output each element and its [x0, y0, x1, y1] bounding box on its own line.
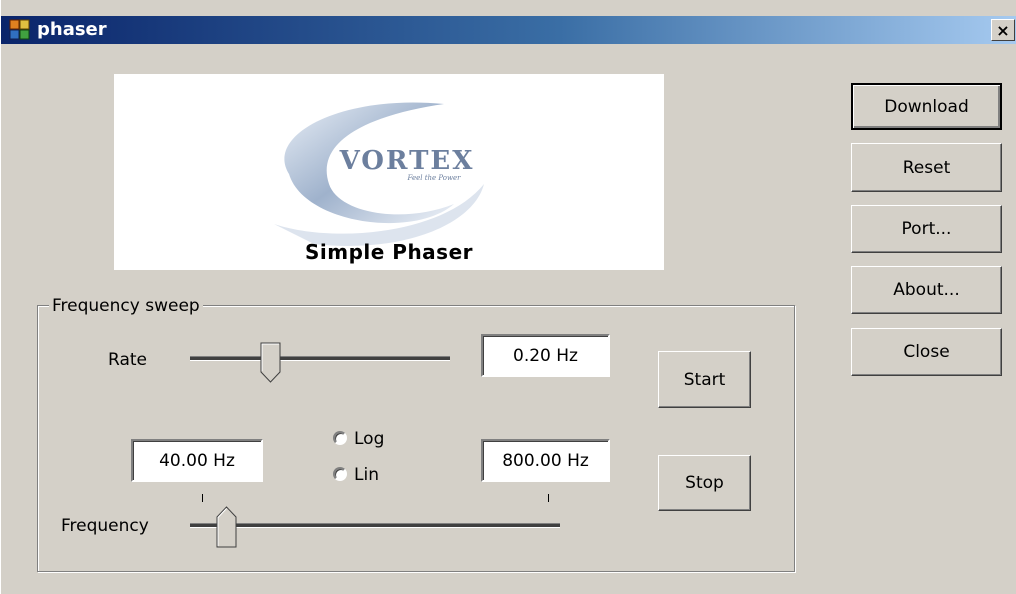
frequency-label: Frequency: [61, 516, 149, 536]
close-icon[interactable]: ×: [991, 19, 1015, 41]
frequency-slider-thumb[interactable]: [216, 506, 238, 548]
log-label: Log: [354, 429, 385, 449]
log-radio[interactable]: [333, 431, 347, 445]
about-button[interactable]: About...: [851, 266, 1002, 314]
phaser-window: phaser × VORTEX Feel the Power Simple Ph…: [0, 0, 1016, 594]
rate-value-field[interactable]: 0.20 Hz: [481, 334, 610, 377]
vortex-logo: VORTEX Feel the Power Simple Phaser: [114, 74, 664, 270]
rate-slider-thumb[interactable]: [260, 342, 282, 384]
port-button[interactable]: Port...: [851, 205, 1002, 253]
frequency-sweep-label: Frequency sweep: [49, 296, 203, 316]
download-button[interactable]: Download: [851, 83, 1002, 130]
lin-radio[interactable]: [333, 467, 347, 481]
stop-button[interactable]: Stop: [658, 455, 751, 511]
frequency-low-field[interactable]: 40.00 Hz: [131, 439, 263, 482]
close-button[interactable]: Close: [851, 328, 1002, 376]
logo-tagline: Feel the Power: [406, 174, 461, 182]
frequency-slider-track[interactable]: [190, 523, 560, 528]
frequency-high-field[interactable]: 800.00 Hz: [481, 439, 610, 482]
rate-label: Rate: [108, 350, 147, 370]
app-icon: [9, 19, 30, 40]
frequency-high-tick: [548, 494, 549, 502]
lin-label: Lin: [354, 465, 379, 485]
window-title: phaser: [37, 19, 107, 40]
reset-button[interactable]: Reset: [851, 143, 1002, 192]
logo-caption: Simple Phaser: [304, 240, 474, 264]
title-bar: phaser ×: [1, 16, 1016, 44]
rate-slider-track[interactable]: [190, 356, 450, 361]
frequency-low-tick: [202, 494, 203, 502]
start-button[interactable]: Start: [658, 351, 751, 408]
logo-brand: VORTEX: [339, 146, 475, 176]
